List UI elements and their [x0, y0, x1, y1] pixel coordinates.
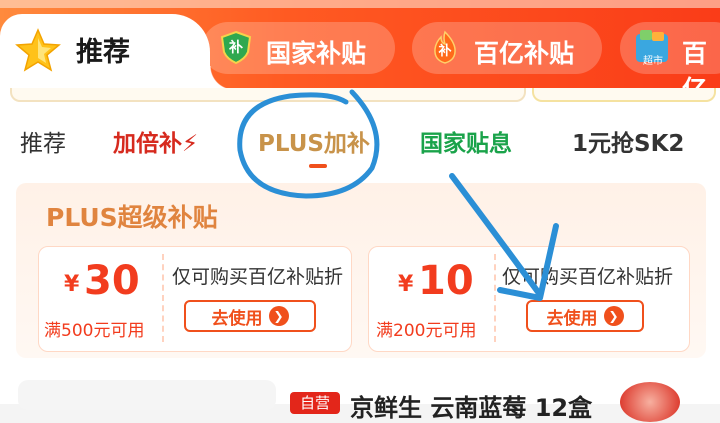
subtab-plus-subsidy[interactable]: PLUS加补 — [258, 124, 370, 158]
subtab-sk2[interactable]: 1元抢SK2 — [572, 124, 684, 158]
coupon-description: 仅可购买百亿补贴折 — [172, 266, 344, 288]
subtab-recommend[interactable]: 推荐 — [20, 124, 66, 158]
coupon-divider — [494, 254, 496, 342]
arrow-right-icon: ❯ — [268, 306, 289, 326]
product-image-placeholder — [18, 380, 276, 410]
subtab-national-interest[interactable]: 国家贴息 — [420, 124, 512, 158]
product-title[interactable]: 京鲜生 云南蓝莓 12盒 — [350, 388, 592, 423]
coupon-description: 仅可购买百亿补贴折 — [502, 266, 674, 288]
tab-national-subsidy-label: 国家补贴 — [266, 39, 367, 68]
coupon-divider — [162, 254, 164, 342]
banner-strip-right — [532, 88, 716, 102]
coupon-currency: ¥ — [398, 272, 414, 297]
flame-icon-text: 补 — [438, 44, 452, 59]
header-glow — [0, 0, 720, 8]
use-coupon-button-label: 去使用 — [546, 308, 598, 329]
coupon-condition: 满500元可用 — [44, 321, 145, 341]
star-icon — [15, 28, 61, 72]
tab-billion-subsidy-label: 百亿补贴 — [474, 39, 575, 68]
coupon-amount: 30 — [84, 258, 140, 304]
coupon-condition: 满200元可用 — [376, 321, 477, 341]
subtab-active-indicator — [309, 164, 327, 168]
plus-card-title: PLUS超级补贴 — [46, 203, 218, 232]
self-operated-badge: 自营 — [290, 392, 340, 414]
product-thumbnail[interactable] — [620, 382, 680, 422]
supermarket-icon-text: 超市 — [643, 56, 663, 67]
banner-strip-left — [10, 88, 526, 102]
tab-recommend-label: 推荐 — [76, 37, 130, 68]
coupon-amount: 10 — [418, 258, 474, 304]
coupon-currency: ¥ — [64, 272, 80, 297]
shield-icon-text: 补 — [229, 40, 243, 56]
use-coupon-button[interactable]: 去使用 ❯ — [184, 300, 316, 332]
arrow-right-icon: ❯ — [603, 306, 624, 326]
subtab-double-subsidy[interactable]: 加倍补⚡ — [113, 124, 198, 158]
use-coupon-button[interactable]: 去使用 ❯ — [526, 300, 644, 332]
use-coupon-button-label: 去使用 — [211, 308, 263, 329]
